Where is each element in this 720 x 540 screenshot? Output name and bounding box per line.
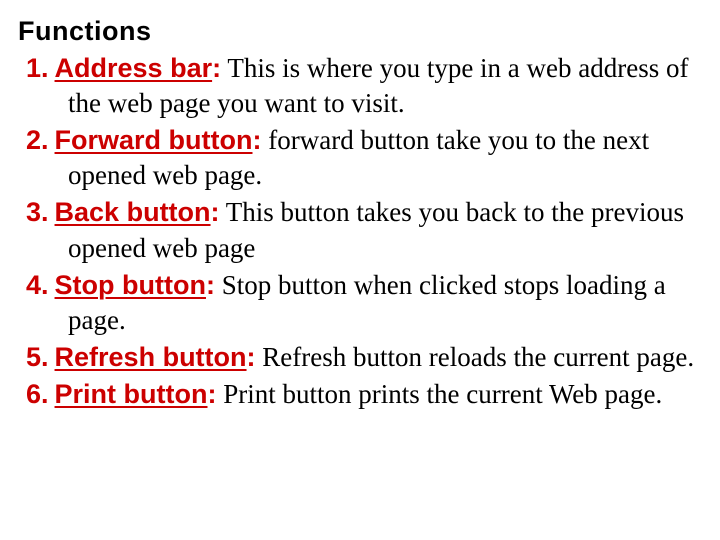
- functions-list: 1.Address bar: This is where you type in…: [18, 51, 702, 412]
- item-term: Stop button: [55, 270, 206, 300]
- item-term: Back button: [55, 197, 211, 227]
- item-number: 5.: [26, 342, 49, 372]
- list-item: 2.Forward button: forward button take yo…: [18, 123, 702, 193]
- item-term: Print button: [55, 379, 208, 409]
- item-colon: :: [211, 197, 220, 227]
- item-colon: :: [253, 125, 262, 155]
- item-number: 6.: [26, 379, 49, 409]
- item-number: 1.: [26, 53, 49, 83]
- item-number: 2.: [26, 125, 49, 155]
- list-item: 3.Back button: This button takes you bac…: [18, 195, 702, 265]
- item-colon: :: [206, 270, 215, 300]
- item-colon: :: [212, 53, 221, 83]
- item-colon: :: [208, 379, 217, 409]
- list-item: 5.Refresh button: Refresh button reloads…: [18, 340, 702, 375]
- item-desc: Refresh button reloads the current page.: [256, 342, 695, 372]
- item-term: Forward button: [55, 125, 253, 155]
- list-item: 6.Print button: Print button prints the …: [18, 377, 702, 412]
- item-desc: Print button prints the current Web page…: [217, 379, 663, 409]
- item-number: 3.: [26, 197, 49, 227]
- item-term: Refresh button: [55, 342, 247, 372]
- list-item: 4.Stop button: Stop button when clicked …: [18, 268, 702, 338]
- item-term: Address bar: [55, 53, 213, 83]
- item-number: 4.: [26, 270, 49, 300]
- item-colon: :: [247, 342, 256, 372]
- page-heading: Functions: [18, 14, 702, 49]
- list-item: 1.Address bar: This is where you type in…: [18, 51, 702, 121]
